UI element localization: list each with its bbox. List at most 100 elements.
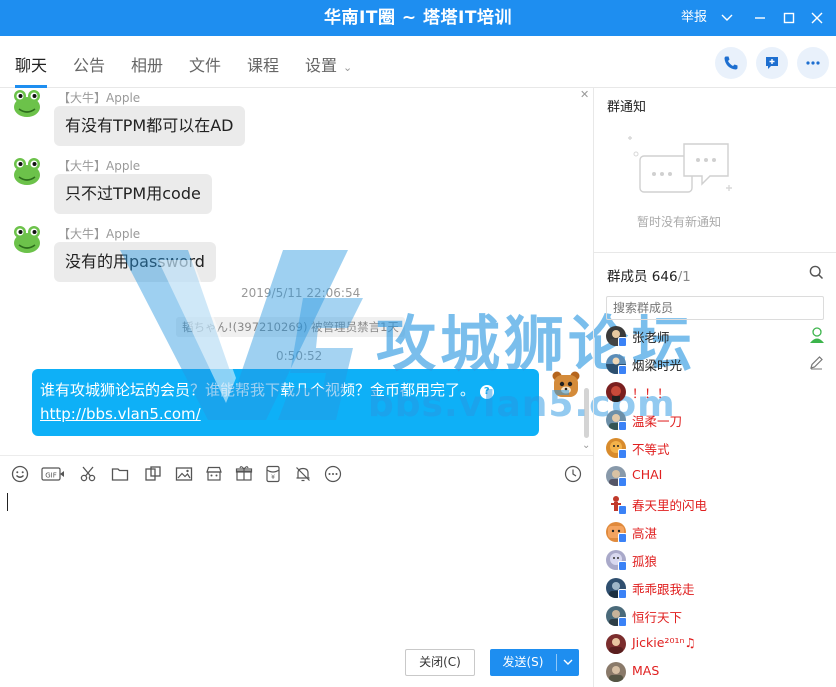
- close-icon[interactable]: [807, 8, 827, 28]
- member-name: 烟梁时光: [632, 358, 683, 373]
- window-title: 华南IT圈 ~ 塔塔IT培训: [324, 8, 512, 28]
- text-caret: [7, 493, 8, 511]
- tab-settings-label: 设置: [305, 56, 338, 75]
- notice-empty-text: 暂时没有新通知: [636, 215, 721, 229]
- image-icon[interactable]: [174, 464, 194, 484]
- member-item[interactable]: 不等式: [606, 436, 831, 460]
- send-button[interactable]: 发送(S): [490, 649, 579, 676]
- notice-title: 群通知: [607, 100, 647, 115]
- members-header: 群成员 646/1: [594, 252, 836, 292]
- avatar: [606, 662, 626, 682]
- input-toolbar: GIF ¥: [0, 455, 593, 491]
- emoji-icon[interactable]: [10, 464, 30, 484]
- member-search-input[interactable]: [607, 297, 823, 319]
- more-dots-icon[interactable]: [323, 464, 343, 484]
- member-item[interactable]: ！！！: [606, 380, 831, 404]
- device-badge-icon: [618, 337, 627, 347]
- folder-icon[interactable]: [110, 464, 130, 484]
- member-name: 孤狼: [632, 554, 658, 569]
- member-name: 张老师: [632, 330, 670, 345]
- sender-name: 【大牛】Apple: [58, 91, 141, 105]
- member-name: Jickie²⁰¹ⁿ♫: [632, 635, 696, 650]
- chat-history[interactable]: 【大牛】Apple 有没有TPM都可以在AD ✕ 【大牛】Apple 只不过TP…: [0, 88, 593, 455]
- members-title: 群成员 646/1: [607, 265, 691, 285]
- member-item[interactable]: Jickie²⁰¹ⁿ♫: [606, 632, 831, 656]
- member-item[interactable]: 烟梁时光: [606, 352, 831, 376]
- red-packet-icon[interactable]: ¥: [263, 464, 283, 484]
- maximize-icon[interactable]: [779, 8, 799, 28]
- chevron-down-icon[interactable]: [557, 649, 579, 676]
- member-search-box[interactable]: [606, 296, 824, 320]
- member-name: CHAI: [632, 467, 663, 482]
- member-item[interactable]: 温柔一刀: [606, 408, 831, 432]
- bear-avatar-icon[interactable]: [551, 370, 581, 400]
- report-button[interactable]: 举报: [681, 0, 707, 36]
- gif-icon[interactable]: GIF: [41, 464, 65, 484]
- device-badge-icon: [618, 589, 627, 599]
- device-badge-icon: [618, 561, 627, 571]
- message-bubble[interactable]: 只不过TPM用code: [54, 174, 212, 214]
- message-bubble[interactable]: 有没有TPM都可以在AD: [54, 106, 245, 146]
- edit-pencil-icon[interactable]: [809, 355, 824, 374]
- device-badge-icon: [618, 477, 627, 487]
- shop-icon[interactable]: [204, 464, 224, 484]
- device-badge-icon: [618, 617, 627, 627]
- right-panel: 群通知 暂时没有新通知 群成员 646/1 张老师 烟梁时光: [593, 88, 836, 687]
- add-friend-icon[interactable]: [808, 326, 826, 348]
- message-link[interactable]: http://bbs.vlan5.com/: [40, 402, 531, 426]
- frog-avatar-icon[interactable]: [12, 88, 42, 118]
- device-badge-icon: [618, 449, 627, 459]
- members-total: /1: [677, 269, 691, 285]
- member-item[interactable]: MAS: [606, 660, 831, 684]
- double-chevron-down-icon[interactable]: ⌄: [582, 440, 590, 451]
- search-icon[interactable]: [809, 265, 824, 284]
- tab-chat[interactable]: 聊天: [15, 36, 48, 88]
- member-item[interactable]: 春天里的闪电: [606, 492, 831, 516]
- scissors-icon[interactable]: [78, 464, 98, 484]
- message-bubble[interactable]: 没有的用password: [54, 242, 216, 282]
- system-notice: 韬ちゃん!(397210269) 被管理员禁言1天: [176, 317, 405, 337]
- member-name: MAS: [632, 663, 660, 678]
- phone-call-button[interactable]: [715, 47, 747, 79]
- more-button[interactable]: [797, 47, 829, 79]
- tab-album[interactable]: 相册: [131, 36, 163, 88]
- tab-files[interactable]: 文件: [189, 36, 221, 88]
- member-item[interactable]: CHAI: [606, 464, 831, 488]
- chevron-down-icon[interactable]: [717, 8, 737, 28]
- send-button-label: 发送(S): [502, 655, 544, 669]
- frog-avatar-icon[interactable]: [12, 224, 42, 254]
- tab-announcement[interactable]: 公告: [73, 36, 105, 88]
- frog-avatar-icon[interactable]: [12, 156, 42, 186]
- own-message-bubble[interactable]: 谁有攻城狮论坛的会员？谁能帮我下载几个视频？金币都用完了。 ? http://b…: [32, 369, 539, 436]
- title-bar: 华南IT圈 ~ 塔塔IT培训 举报: [0, 0, 836, 36]
- avatar: [606, 382, 626, 402]
- member-item[interactable]: 孤狼: [606, 548, 831, 572]
- phone-icon: [724, 56, 738, 70]
- member-item[interactable]: 恒行天下: [606, 604, 831, 628]
- message-input[interactable]: [0, 491, 593, 631]
- add-message-button[interactable]: [756, 47, 788, 79]
- minimize-icon[interactable]: [750, 8, 770, 28]
- screenshot-icon[interactable]: [143, 464, 163, 484]
- member-item[interactable]: 乖乖跟我走: [606, 576, 831, 600]
- avatar: [606, 634, 626, 654]
- member-item[interactable]: 高湛: [606, 520, 831, 544]
- member-name: 春天里的闪电: [632, 498, 708, 513]
- chat-scrollbar[interactable]: ⌄: [582, 88, 592, 455]
- gift-icon[interactable]: [234, 464, 254, 484]
- members-count: 646: [651, 269, 678, 285]
- more-dots-icon: [806, 61, 820, 65]
- device-badge-icon: [618, 365, 627, 375]
- tab-settings[interactable]: 设置 ⌄: [305, 36, 352, 88]
- member-item[interactable]: 张老师: [606, 324, 831, 348]
- scroll-thumb[interactable]: [584, 388, 589, 438]
- member-name: 恒行天下: [632, 610, 683, 625]
- sender-name: 【大牛】Apple: [58, 227, 141, 241]
- close-button[interactable]: 关闭(C): [405, 649, 475, 676]
- clock-history-icon[interactable]: [563, 464, 583, 484]
- device-badge-icon: [618, 421, 627, 431]
- mute-bell-icon[interactable]: [293, 464, 313, 484]
- tab-courses[interactable]: 课程: [247, 36, 279, 88]
- device-badge-icon: [618, 505, 627, 515]
- empty-notice-illustration: [628, 136, 732, 193]
